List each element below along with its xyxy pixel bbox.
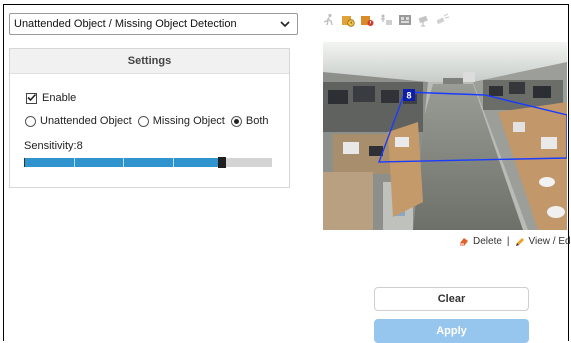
mode-radio-group: Unattended Object Missing Object Both — [25, 115, 275, 127]
zone-actions: Delete | View / Edit — [459, 236, 571, 247]
checkmark-icon — [27, 93, 37, 101]
enable-label: Enable — [42, 92, 77, 104]
slider-tick — [173, 158, 174, 167]
detection-type-value: Unattended Object / Missing Object Detec… — [14, 18, 237, 30]
sensitivity-label: Sensitivity:8 — [24, 140, 83, 152]
enable-row[interactable]: Enable — [26, 92, 76, 104]
chevron-down-icon — [280, 21, 290, 28]
radio-label: Both — [245, 115, 269, 127]
camera-moved-icon[interactable] — [417, 13, 431, 27]
radio-button[interactable] — [230, 115, 242, 127]
radio-label: Missing Object — [152, 115, 225, 127]
slider-handle[interactable] — [218, 157, 226, 168]
event-toolbar — [322, 13, 450, 27]
enable-checkbox[interactable] — [26, 92, 37, 104]
radio-unattended-object[interactable]: Unattended Object — [25, 115, 132, 127]
eraser-icon — [460, 237, 468, 246]
camera-preview[interactable]: 8 — [323, 42, 567, 230]
detection-type-select[interactable]: Unattended Object / Missing Object Detec… — [9, 13, 298, 35]
delete-link[interactable]: Delete — [473, 236, 502, 247]
slider-tick — [123, 158, 124, 167]
view-edit-link[interactable]: View / Edit — [529, 236, 571, 247]
camera-blur-icon[interactable] — [436, 13, 450, 27]
package-clock-icon[interactable] — [341, 13, 355, 27]
settings-title: Settings — [10, 49, 289, 74]
radio-button[interactable] — [137, 115, 149, 127]
radio-missing-object[interactable]: Missing Object — [137, 115, 225, 127]
package-alert-icon[interactable] — [360, 13, 374, 27]
camera-tamper-icon[interactable] — [398, 13, 412, 27]
slider-tick — [74, 158, 75, 167]
apply-button[interactable]: Apply — [374, 319, 529, 343]
radio-button[interactable] — [25, 115, 36, 127]
object-removed-icon[interactable] — [379, 13, 393, 27]
slider-start-mark — [24, 158, 25, 167]
pencil-icon — [515, 237, 524, 246]
zone-label: 8 — [406, 91, 411, 101]
link-separator: | — [506, 236, 510, 247]
settings-panel: Settings Enable Unattended Object Missin… — [9, 48, 290, 188]
sensitivity-slider[interactable] — [24, 157, 272, 168]
radio-both[interactable]: Both — [230, 115, 269, 127]
office-scene-image: 8 — [323, 42, 567, 230]
running-person-icon[interactable] — [322, 13, 336, 27]
clear-button[interactable]: Clear — [374, 287, 529, 311]
radio-label: Unattended Object — [40, 115, 132, 127]
